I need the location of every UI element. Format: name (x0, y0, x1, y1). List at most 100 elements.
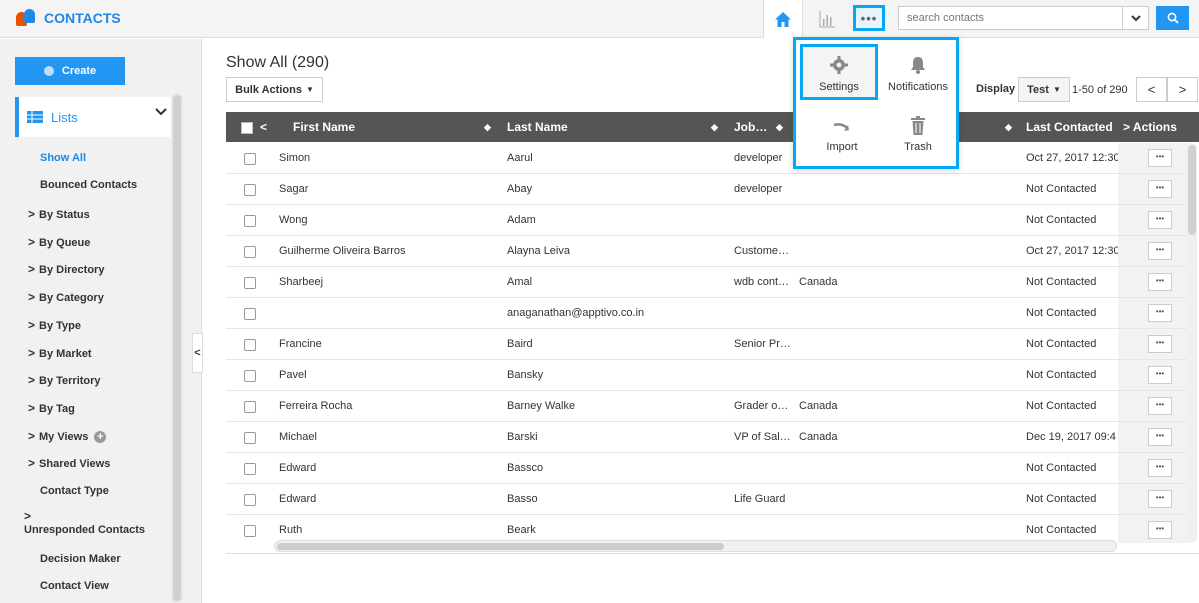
row-actions-button[interactable]: ••• (1148, 397, 1172, 415)
row-actions-button[interactable]: ••• (1148, 366, 1172, 384)
menu-item-import[interactable]: Import (803, 107, 881, 163)
trash-icon (911, 116, 925, 135)
cell-last-name: Basso (507, 493, 538, 505)
reports-button[interactable] (808, 0, 846, 38)
sidebar-item-label: By Market (39, 348, 92, 360)
sidebar-collapse-handle[interactable]: < (192, 333, 203, 373)
sidebar-item-by-status[interactable]: > By Status (28, 207, 90, 221)
row-checkbox[interactable] (244, 525, 256, 537)
search-field[interactable] (898, 6, 1123, 30)
cell-last-contacted: Oct 27, 2017 12:30 (1026, 245, 1118, 257)
search-input[interactable] (907, 12, 1114, 24)
lists-toggle[interactable]: Lists (15, 97, 172, 137)
prev-page-button[interactable]: < (1136, 77, 1167, 102)
app-title[interactable]: CONTACTS (16, 9, 121, 27)
sidebar-item-by-territory[interactable]: > By Territory (28, 373, 101, 387)
row-actions-button[interactable]: ••• (1148, 521, 1172, 539)
cell-job: Grader o… (734, 400, 789, 412)
sidebar-item-label: My Views (39, 431, 89, 443)
row-actions-button[interactable]: ••• (1148, 211, 1172, 229)
sidebar-item-by-market[interactable]: > By Market (28, 346, 92, 360)
column-last-contacted[interactable]: Last Contacted (1026, 112, 1113, 142)
table-row[interactable]: Sagar Abay developer Not Contacted (226, 174, 1118, 205)
table-row[interactable]: Simon Aarul developer Oct 27, 2017 12:30 (226, 143, 1118, 174)
bulk-actions-button[interactable]: Bulk Actions ▼ (226, 77, 323, 102)
sidebar-item-by-category[interactable]: > By Category (28, 290, 104, 304)
chevron-down-icon[interactable] (155, 108, 167, 116)
row-checkbox[interactable] (244, 401, 256, 413)
sidebar-item-my-views[interactable]: > My Views + (28, 429, 107, 444)
sidebar-item-shared-views[interactable]: > Shared Views (28, 456, 110, 470)
column-first-name[interactable]: First Name (293, 112, 355, 142)
menu-item-notifications[interactable]: Notifications (879, 47, 957, 103)
table-header: < First Name ◆ Last Name ◆ Job… ◆ ◆ Last… (226, 112, 1199, 142)
column-job[interactable]: Job… (734, 112, 767, 142)
cell-country: Canada (799, 276, 838, 288)
row-checkbox[interactable] (244, 184, 256, 196)
row-checkbox[interactable] (244, 339, 256, 351)
table-row[interactable]: Ruth Beark Not Contacted (226, 515, 1118, 543)
table-row[interactable]: anaganathan@apptivo.co.in Not Contacted (226, 298, 1118, 329)
row-actions-button[interactable]: ••• (1148, 180, 1172, 198)
display-select[interactable]: Test ▼ (1018, 77, 1070, 102)
select-all-checkbox[interactable] (241, 122, 253, 134)
row-checkbox[interactable] (244, 432, 256, 444)
page-title: Show All (290) (226, 54, 330, 71)
menu-item-settings[interactable]: Settings (800, 44, 878, 100)
menu-item-trash[interactable]: Trash (879, 107, 957, 163)
sidebar-item-by-tag[interactable]: > By Tag (28, 401, 75, 415)
row-actions-button[interactable]: ••• (1148, 428, 1172, 446)
sidebar-item-contact-view[interactable]: Contact View (40, 580, 109, 592)
row-actions-button[interactable]: ••• (1148, 242, 1172, 260)
sidebar-item-by-type[interactable]: > By Type (28, 318, 81, 332)
chevron-right-icon: > (28, 346, 36, 360)
row-checkbox[interactable] (244, 494, 256, 506)
table-row[interactable]: Ferreira Rocha Barney Walke Grader o… Canad… (226, 391, 1118, 422)
row-checkbox[interactable] (244, 308, 256, 320)
row-actions-button[interactable]: ••• (1148, 459, 1172, 477)
row-actions-button[interactable]: ••• (1148, 304, 1172, 322)
sidebar-item-bounced-contacts[interactable]: Bounced Contacts (40, 179, 137, 191)
next-page-button[interactable]: > (1167, 77, 1198, 102)
table-row[interactable]: Edward Basso Life Guard Not Contacted (226, 484, 1118, 515)
row-actions-button[interactable]: ••• (1148, 335, 1172, 353)
table-row[interactable]: Guilherme Oliveira Barros Alayna Leiva Cus… (226, 236, 1118, 267)
table-vertical-scrollbar[interactable] (1187, 143, 1197, 543)
column-last-name[interactable]: Last Name (507, 112, 568, 142)
row-actions-button[interactable]: ••• (1148, 490, 1172, 508)
row-actions-button[interactable]: ••• (1148, 149, 1172, 167)
sidebar-item-contact-type[interactable]: Contact Type (40, 485, 109, 497)
more-options-button[interactable]: ••• (853, 5, 885, 31)
cell-last-name: anaganathan@apptivo.co.in (507, 307, 645, 319)
table-row[interactable]: Michael Barski VP of Sal… Canada Dec 19, 201… (226, 422, 1118, 453)
sidebar-item-unresponded-contacts[interactable]: > Unresponded Contacts (24, 509, 145, 537)
sidebar-item-show-all[interactable]: Show All (40, 152, 86, 164)
table-row[interactable]: Sharbeej Amal wdb cont… Canada Not Contacted (226, 267, 1118, 298)
sort-icon[interactable]: ◆ (776, 112, 783, 142)
add-view-icon[interactable]: + (94, 431, 107, 444)
table-row[interactable]: Pavel Bansky Not Contacted (226, 360, 1118, 391)
search-button[interactable] (1156, 6, 1189, 30)
create-button[interactable]: Create (15, 57, 125, 85)
table-row[interactable]: Francine Baird Senior Pr… Not Contacted (226, 329, 1118, 360)
row-actions-button[interactable]: ••• (1148, 273, 1172, 291)
row-checkbox[interactable] (244, 215, 256, 227)
sidebar-item-by-queue[interactable]: > By Queue (28, 235, 90, 249)
sidebar-item-by-directory[interactable]: > By Directory (28, 262, 104, 276)
table-horizontal-scrollbar[interactable] (274, 540, 1117, 552)
column-options-icon[interactable]: < (260, 112, 267, 142)
sort-icon[interactable]: ◆ (1005, 112, 1012, 142)
search-dropdown-button[interactable] (1123, 6, 1149, 30)
row-checkbox[interactable] (244, 277, 256, 289)
table-row[interactable]: Edward Bassco Not Contacted (226, 453, 1118, 484)
row-checkbox[interactable] (244, 246, 256, 258)
row-checkbox[interactable] (244, 153, 256, 165)
sidebar-item-decision-maker[interactable]: Decision Maker (40, 553, 121, 565)
table-row[interactable]: Wong Adam Not Contacted (226, 205, 1118, 236)
sort-icon[interactable]: ◆ (484, 112, 491, 142)
row-checkbox[interactable] (244, 370, 256, 382)
sort-icon[interactable]: ◆ (711, 112, 718, 142)
home-button[interactable] (763, 0, 803, 38)
sidebar-scrollbar[interactable] (171, 93, 183, 603)
row-checkbox[interactable] (244, 463, 256, 475)
